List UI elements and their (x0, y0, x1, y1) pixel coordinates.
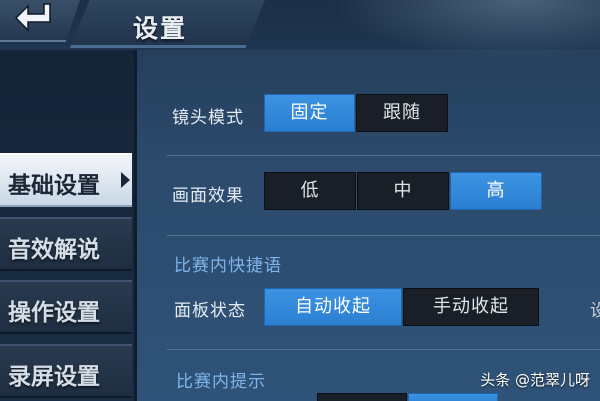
graphics-low-option[interactable]: 低 (264, 172, 356, 210)
camera-mode-fixed-option[interactable]: 固定 (264, 94, 355, 132)
sidebar-item-label: 基础设置 (8, 173, 100, 199)
divider (167, 235, 600, 236)
graphics-high-option[interactable]: 高 (450, 172, 542, 210)
sidebar: 基础设置 音效解说 操作设置 录屏设置 (0, 50, 137, 401)
chevron-right-icon (121, 172, 130, 188)
camera-mode-label: 镜头模式 (172, 108, 244, 128)
sidebar-item-controls[interactable]: 操作设置 (0, 280, 132, 334)
cut-off-label: 设 (590, 301, 600, 321)
divider (167, 349, 600, 350)
settings-panel: 镜头模式 固定 跟随 画面效果 低 中 高 比赛内快捷语 面板状态 自动收起 手… (137, 50, 600, 401)
sidebar-item-sound-commentary[interactable]: 音效解说 (0, 217, 132, 271)
quick-chat-section-title: 比赛内快捷语 (174, 256, 282, 276)
watermark: 头条 @范翠儿呀 (480, 371, 590, 389)
panel-state-manual-option[interactable]: 手动收起 (403, 288, 539, 326)
sidebar-item-label: 操作设置 (8, 300, 100, 326)
sidebar-item-label: 音效解说 (8, 237, 100, 263)
back-arrow-icon (14, 3, 51, 32)
sidebar-item-screen-recording[interactable]: 录屏设置 (0, 344, 132, 398)
graphics-medium-option[interactable]: 中 (357, 172, 449, 210)
sidebar-item-label: 录屏设置 (8, 364, 100, 390)
camera-mode-follow-option[interactable]: 跟随 (356, 94, 448, 132)
page-title: 设置 (133, 14, 188, 43)
graphics-label: 画面效果 (172, 186, 244, 206)
game-settings-screen: 设置 基础设置 音效解说 操作设置 录屏设置 镜头模式 固定 跟随 画面效果 低… (0, 0, 600, 401)
sidebar-item-basic-settings[interactable]: 基础设置 (0, 153, 132, 207)
panel-state-label: 面板状态 (174, 301, 246, 321)
tips-option-selected-partial[interactable] (408, 393, 498, 401)
panel-state-auto-option[interactable]: 自动收起 (264, 288, 402, 326)
in-match-tips-section-title: 比赛内提示 (176, 372, 266, 392)
tips-option-partial[interactable] (317, 393, 407, 401)
divider (167, 155, 600, 156)
